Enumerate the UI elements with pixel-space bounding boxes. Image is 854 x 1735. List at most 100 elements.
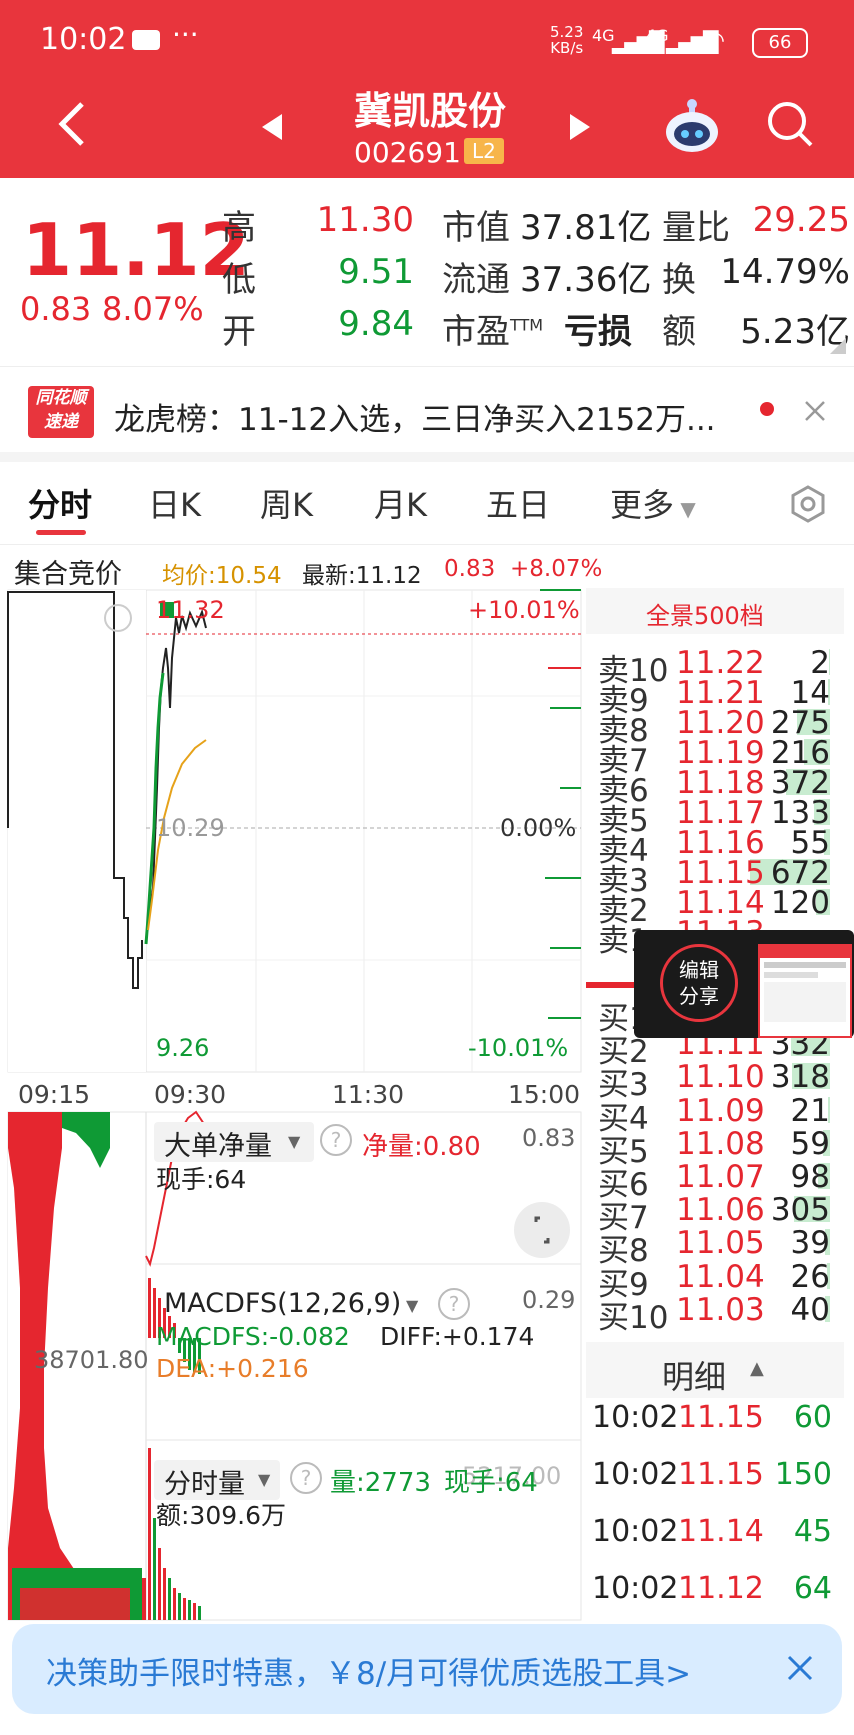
time-tick-1130: 11:30 [332,1080,405,1109]
share-popup[interactable]: 编辑 分享 [634,930,854,1038]
float-value: 37.36亿 [520,260,652,300]
trade-price: 11.15 [678,1400,764,1435]
robot-assistant-icon[interactable] [662,96,722,154]
help-icon[interactable]: ? [320,1124,352,1156]
order-price: 11.10 [676,1059,765,1096]
detail-title-bar[interactable]: 明细 ▲ [586,1342,844,1398]
sell-order-row[interactable]: 卖4 11.16 55 [598,825,838,869]
buy-order-row[interactable]: 买10 11.03 40 [598,1291,838,1336]
promo-text: 决策助手限时特惠，￥8/月可得优质选股工具> [46,1656,692,1692]
wifi-icon: ◠ [704,26,725,54]
chart-bottom-pct: -10.01% [468,1034,569,1062]
chart-top-price: 11.32 [156,596,225,624]
high-label: 高 [222,208,256,248]
trade-volume: 45 [793,1514,832,1549]
buy-order-row[interactable]: 买4 11.09 21 [598,1092,838,1137]
amount-label: 额 [662,312,696,352]
order-price: 11.03 [676,1291,765,1328]
battery-icon: 66 [752,28,808,58]
sell-order-row[interactable]: 卖10 11.22 2 [598,645,838,689]
macd-selector[interactable]: MACDFS(12,26,9) ▼ [154,1286,430,1326]
order-price: 11.07 [676,1159,765,1195]
sell-order-row[interactable]: 卖2 11.14 120 [598,885,838,929]
buy-order-row[interactable]: 买5 11.08 59 [598,1125,838,1170]
tab-more[interactable]: 更多 ▼ [610,480,696,526]
pe-label: 市盈TTM [442,312,544,352]
close-icon[interactable] [804,400,826,422]
trade-price: 11.15 [678,1457,764,1492]
section-gap [0,452,854,462]
current-price: 11.12 [22,208,250,292]
time-tick-0930: 09:30 [154,1080,227,1109]
volume-selector[interactable]: 分时量 ▼ [154,1460,280,1500]
order-volume: 21 [790,1092,830,1129]
settings-icon[interactable] [788,484,828,524]
trade-volume: 64 [793,1571,832,1606]
news-ticker[interactable]: 同花顺 速递 龙虎榜：11-12入选，三日净买入2152万... [0,370,854,452]
top-header: 10:02 ··· 5.23 KB/s 4G ▂▄▆█ 4G ▂▄▆█ ◠ 66 … [0,0,854,178]
fullscreen-button[interactable] [514,1202,570,1258]
sell-order-row[interactable]: 卖5 11.17 133 [598,795,838,839]
news-logo: 同花顺 速递 [28,386,94,438]
news-text: 龙虎榜：11-12入选，三日净买入2152万... [114,402,716,438]
big-order-net: 净量:0.80 [362,1132,481,1162]
unread-dot [760,402,774,416]
volume-now: 现手:64 [444,1468,538,1498]
sell-order-row[interactable]: 卖9 11.21 14 [598,675,838,719]
order-level-label: 买10 [598,1299,669,1336]
auction-area [8,590,146,1072]
trade-time: 10:02 [592,1514,679,1549]
buy-order-row[interactable]: 买7 11.06 305 [598,1192,838,1236]
edit-share-button[interactable]: 编辑 分享 [660,944,738,1022]
expand-corner-icon[interactable] [830,338,846,354]
tab-daily-k[interactable]: 日K [148,480,201,526]
status-time: 10:02 [40,22,127,57]
net-speed: 5.23 KB/s [550,23,584,57]
big-order-selector[interactable]: 大单净量 ▼ [154,1122,314,1162]
trade-price: 11.12 [678,1571,764,1606]
chart-mid-price: 10.29 [156,814,225,842]
time-tick-1500: 15:00 [508,1080,581,1109]
screenshot-thumbnail[interactable] [758,944,852,1038]
buy-order-row[interactable]: 买8 11.05 39 [598,1225,838,1269]
level2-badge: L2 [464,138,504,164]
order-volume: 98 [790,1159,830,1195]
auction-label: 集合竞价 [14,559,122,590]
order-price: 11.08 [676,1125,765,1162]
tab-intraday[interactable]: 分时 [28,480,92,526]
tab-monthly-k[interactable]: 月K [374,480,427,526]
tab-five-day[interactable]: 五日 [486,480,550,526]
search-icon[interactable] [766,100,814,148]
buy-order-row[interactable]: 买6 11.07 98 [598,1159,838,1203]
promo-banner[interactable]: 决策助手限时特惠，￥8/月可得优质选股工具> [12,1624,842,1714]
sell-order-row[interactable]: 卖8 11.20 275 [598,705,838,749]
sell-order-row[interactable]: 卖3 11.15 672 [598,855,838,899]
latest-price: 最新:11.12 [302,563,422,589]
prev-stock-icon[interactable] [262,114,282,140]
buy-order-row[interactable]: 买3 11.10 318 [598,1059,838,1103]
macd-axis-max: 0.29 [522,1286,576,1314]
order-volume: 40 [790,1291,830,1328]
next-stock-icon[interactable] [570,114,590,140]
buy-order-row[interactable]: 买9 11.04 26 [598,1259,838,1303]
back-icon[interactable] [56,100,86,148]
trade-volume: 60 [793,1400,832,1435]
volume-value: 量:2773 [330,1468,431,1498]
macdfs-value: MACDFS:-0.082 [156,1322,350,1351]
volume-ratio-label: 量比 [662,208,730,248]
turnover-label: 换 [662,260,696,300]
close-banner-icon[interactable] [786,1654,814,1682]
turnover-value: 14.79% [720,252,850,292]
help-icon[interactable]: ? [290,1462,322,1494]
volume-ratio-value: 29.25 [752,200,850,240]
sell-order-row[interactable]: 卖6 11.18 372 [598,765,838,809]
chart-top-pct: +10.01% [468,596,580,624]
tab-weekly-k[interactable]: 周K [260,480,313,526]
sell-order-row[interactable]: 卖7 11.19 216 [598,735,838,779]
help-icon[interactable]: ? [438,1288,470,1320]
stock-name: 冀凯股份 [354,89,507,133]
trade-time: 10:02 [592,1571,679,1606]
orderbook-title-bar[interactable]: 全景500档 [586,588,844,634]
price-change-pct: 8.07% [102,290,204,328]
order-volume: 59 [790,1125,830,1162]
